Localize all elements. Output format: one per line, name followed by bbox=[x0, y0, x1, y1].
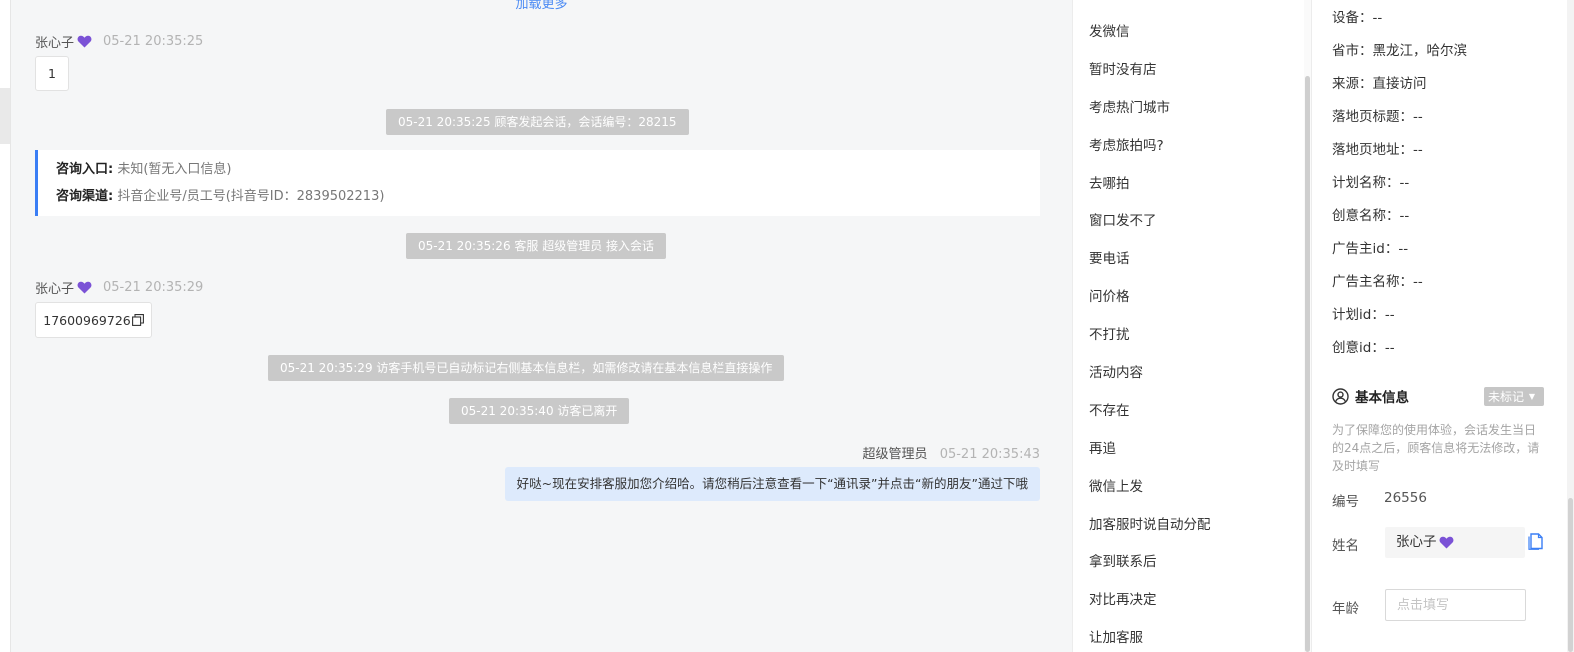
name-field[interactable]: 张心子 bbox=[1385, 527, 1525, 558]
entrance-row: 咨询入口: 未知(暂无入口信息) bbox=[56, 159, 1022, 186]
info-creative-name: 创意名称：-- bbox=[1332, 208, 1410, 224]
copy-icon[interactable] bbox=[131, 314, 144, 326]
message-time: 05-21 20:35:29 bbox=[103, 280, 204, 295]
id-value: 26556 bbox=[1384, 490, 1427, 506]
info-advertiser-id: 广告主id：-- bbox=[1332, 241, 1409, 257]
agent-message-header: 超级管理员 05-21 20:35:43 bbox=[863, 443, 1040, 462]
message-text: 1 bbox=[48, 66, 56, 81]
quick-reply-item[interactable]: 让加客服 bbox=[1089, 626, 1143, 646]
quick-reply-item[interactable]: 考虑旅拍吗? bbox=[1089, 134, 1164, 154]
info-region: 省市：黑龙江，哈尔滨 bbox=[1332, 43, 1467, 59]
quick-reply-item[interactable]: 拿到联系后 bbox=[1089, 550, 1157, 570]
sender-name: 张心子 bbox=[35, 282, 75, 297]
copy-name-icon[interactable] bbox=[1528, 533, 1544, 550]
info-plan-name: 计划名称：-- bbox=[1332, 175, 1410, 191]
mark-status-dropdown[interactable]: 未标记 ▼ bbox=[1484, 387, 1544, 406]
quick-reply-item[interactable]: 加客服时说自动分配 bbox=[1089, 513, 1211, 533]
page-scrollbar-track bbox=[1567, 0, 1574, 652]
info-landing-url: 落地页地址：-- bbox=[1332, 142, 1423, 158]
purple-heart-icon bbox=[77, 35, 92, 48]
system-message: 05-21 20:35:26 客服 超级管理员 接入会话 bbox=[406, 233, 667, 259]
message-time: 05-21 20:35:43 bbox=[939, 447, 1040, 462]
entrance-value: 未知(暂无入口信息) bbox=[117, 162, 232, 177]
consult-entry-card: 咨询入口: 未知(暂无入口信息) 咨询渠道: 抖音企业号/员工号(抖音号ID：2… bbox=[35, 150, 1040, 216]
quick-reply-item[interactable]: 要电话 bbox=[1089, 247, 1130, 267]
caret-down-icon: ▼ bbox=[1528, 392, 1535, 401]
info-device: 设备：-- bbox=[1332, 10, 1383, 26]
entrance-label: 咨询入口: bbox=[56, 162, 114, 177]
id-label: 编号 bbox=[1332, 494, 1359, 510]
edit-deadline-tip: 为了保障您的使用体验，会话发生当日的24点之后，顾客信息将无法修改，请及时填写 bbox=[1332, 423, 1540, 473]
quick-reply-list: 发微信 暂时没有店 考虑热门城市 考虑旅拍吗? 去哪拍 窗口发不了 要电话 问价… bbox=[1072, 0, 1311, 652]
basic-info-title: 基本信息 bbox=[1355, 390, 1409, 406]
sender-name: 张心子 bbox=[35, 36, 75, 51]
message-time: 05-21 20:35:25 bbox=[103, 34, 204, 49]
agent-name: 超级管理员 bbox=[862, 447, 928, 462]
load-more-link[interactable]: 加载更多 bbox=[11, 0, 1072, 12]
page-scrollbar[interactable] bbox=[1568, 498, 1573, 652]
quick-reply-item[interactable]: 发微信 bbox=[1089, 20, 1130, 40]
channel-row: 咨询渠道: 抖音企业号/员工号(抖音号ID：2839502213) bbox=[56, 186, 1022, 213]
system-message: 05-21 20:35:40 访客已离开 bbox=[449, 398, 630, 424]
quick-reply-item[interactable]: 窗口发不了 bbox=[1089, 209, 1157, 229]
quick-reply-item[interactable]: 去哪拍 bbox=[1089, 172, 1130, 192]
system-message: 05-21 20:35:29 访客手机号已自动标记右侧基本信息栏，如需修改请在基… bbox=[268, 355, 785, 381]
customer-info-panel: 设备：-- 省市：黑龙江，哈尔滨 来源：直接访问 落地页标题：-- 落地页地址：… bbox=[1311, 0, 1567, 652]
message-text: 17600969726 bbox=[43, 312, 131, 328]
channel-value: 抖音企业号/员工号(抖音号ID：2839502213) bbox=[117, 189, 385, 204]
name-value: 张心子 bbox=[1396, 534, 1437, 550]
quick-reply-item[interactable]: 活动内容 bbox=[1089, 361, 1143, 381]
quick-reply-item[interactable]: 再追 bbox=[1089, 437, 1116, 457]
quick-reply-item[interactable]: 对比再决定 bbox=[1089, 588, 1157, 608]
quick-reply-item[interactable]: 考虑热门城市 bbox=[1089, 96, 1170, 116]
info-advertiser-name: 广告主名称：-- bbox=[1332, 274, 1423, 290]
purple-heart-icon bbox=[77, 281, 92, 294]
name-label: 姓名 bbox=[1332, 538, 1359, 554]
purple-heart-icon bbox=[1439, 536, 1453, 549]
left-sidebar-edge bbox=[0, 0, 11, 652]
quick-reply-scrollbar[interactable] bbox=[1305, 76, 1310, 652]
system-message: 05-21 20:35:25 顾客发起会话，会话编号：28215 bbox=[386, 109, 689, 135]
age-input[interactable] bbox=[1385, 589, 1526, 621]
mark-status-label: 未标记 bbox=[1488, 390, 1525, 404]
message-sender: 张心子 05-21 20:35:29 bbox=[35, 278, 203, 297]
user-circle-icon bbox=[1332, 387, 1349, 405]
age-label: 年龄 bbox=[1332, 601, 1359, 617]
quick-reply-item[interactable]: 不存在 bbox=[1089, 399, 1130, 419]
chat-panel: 加载更多 张心子 05-21 20:35:25 1 05-21 20:35:25… bbox=[11, 0, 1072, 652]
sidebar-stub bbox=[0, 88, 10, 144]
info-plan-id: 计划id：-- bbox=[1332, 307, 1395, 323]
info-creative-id: 创意id：-- bbox=[1332, 340, 1395, 356]
message-bubble: 17600969726 bbox=[35, 302, 152, 338]
message-sender: 张心子 05-21 20:35:25 bbox=[35, 32, 203, 51]
quick-reply-item[interactable]: 问价格 bbox=[1089, 285, 1130, 305]
channel-label: 咨询渠道: bbox=[56, 189, 114, 204]
quick-reply-item[interactable]: 微信上发 bbox=[1089, 475, 1143, 495]
info-landing-title: 落地页标题：-- bbox=[1332, 109, 1423, 125]
agent-message-bubble: 好哒~现在安排客服加您介绍哈。请您稍后注意查看一下“通讯录”并点击“新的朋友”通… bbox=[504, 467, 1040, 501]
quick-reply-item[interactable]: 暂时没有店 bbox=[1089, 58, 1157, 78]
message-bubble: 1 bbox=[35, 56, 69, 91]
info-source: 来源：直接访问 bbox=[1332, 76, 1427, 92]
quick-reply-item[interactable]: 不打扰 bbox=[1089, 323, 1130, 343]
